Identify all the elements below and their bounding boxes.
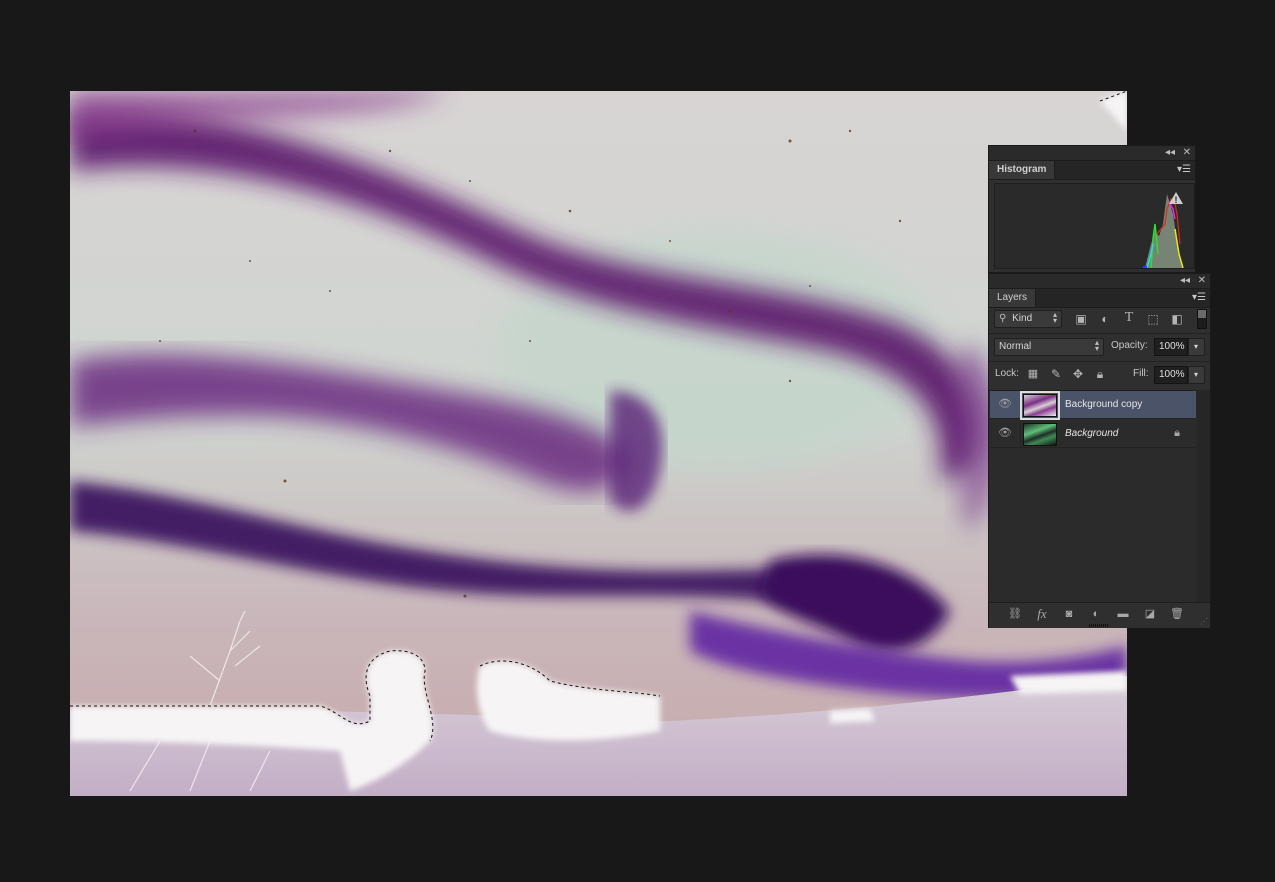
inverted-aurora-image [70, 91, 1127, 796]
close-icon[interactable]: ✕ [1183, 147, 1191, 159]
opacity-dropdown-button[interactable]: ▾ [1188, 338, 1205, 356]
resize-grip-icon[interactable]: ⋰ [1200, 617, 1208, 626]
blend-mode-value: Normal [999, 341, 1032, 352]
histogram-graph: ! [994, 183, 1195, 269]
add-mask-icon[interactable]: ◙ [1061, 607, 1077, 621]
layers-panel: ◂◂ ✕ Layers ▾☰ ⚲ Kind ▴ ▾ ▣ ◐ T ⬚ ◧ Norma… [988, 273, 1211, 628]
layer-name[interactable]: Background [1065, 420, 1118, 447]
layer-list-scrollbar[interactable] [1197, 390, 1210, 602]
panel-menu-icon[interactable]: ▾☰ [1192, 292, 1206, 304]
double-chevron-left-icon[interactable]: ◂◂ [1165, 147, 1175, 159]
opacity-label: Opacity: [1111, 340, 1148, 351]
fill-label: Fill: [1133, 368, 1149, 379]
panel-resize-handle[interactable] [1089, 624, 1109, 627]
lock-position-icon[interactable]: ✥ [1070, 367, 1086, 381]
double-chevron-left-icon[interactable]: ◂◂ [1180, 275, 1190, 287]
lock-all-icon[interactable]: 🔒︎ [1092, 367, 1108, 381]
shape-layer-filter-icon[interactable]: ⬚ [1145, 312, 1161, 326]
filter-kind-value: Kind [1012, 313, 1033, 324]
new-layer-icon[interactable]: ◪ [1142, 607, 1158, 621]
new-group-icon[interactable]: ▬ [1115, 607, 1131, 621]
histogram-tabbar: Histogram ▾☰ [989, 161, 1195, 180]
layers-panel-header: ◂◂ ✕ [989, 274, 1210, 289]
layer-locked-icon: 🔒︎ [1174, 427, 1180, 439]
document-canvas[interactable] [70, 91, 1127, 796]
visibility-eye-icon[interactable]: 👁︎ [990, 420, 1021, 447]
layer-list: 👁︎ Background copy 👁︎ Background 🔒︎ [989, 390, 1197, 603]
filter-toggle-switch[interactable] [1197, 309, 1207, 329]
histogram-panel: ◂◂ ✕ Histogram ▾☰ ! [988, 145, 1196, 273]
layer-name[interactable]: Background copy [1065, 391, 1142, 418]
histogram-panel-header: ◂◂ ✕ [989, 146, 1195, 161]
layer-row-background[interactable]: 👁︎ Background 🔒︎ [990, 420, 1196, 448]
link-layers-icon[interactable]: ⛓︎ [1007, 607, 1023, 621]
layers-tabbar: Layers ▾☰ [989, 289, 1210, 308]
layer-thumbnail [1020, 391, 1060, 420]
fill-input[interactable]: 100% [1154, 366, 1188, 384]
opacity-input[interactable]: 100% [1154, 338, 1188, 356]
lock-label: Lock: [995, 368, 1019, 379]
close-icon[interactable]: ✕ [1198, 275, 1206, 287]
adjustment-layer-filter-icon[interactable]: ◐ [1097, 312, 1113, 326]
lock-image-pixels-icon[interactable]: ✎ [1048, 367, 1064, 381]
tab-layers[interactable]: Layers [989, 289, 1037, 307]
blend-mode-select[interactable]: Normal ▴ ▾ [994, 338, 1104, 356]
histogram-blue-channel [1143, 266, 1147, 268]
divider [989, 361, 1210, 362]
type-layer-filter-icon[interactable]: T [1121, 311, 1137, 325]
search-icon: ⚲ [999, 313, 1007, 324]
spinner-arrows-icon: ▴ ▾ [1052, 310, 1057, 325]
layer-filter-kind-select[interactable]: ⚲ Kind ▴ ▾ [994, 310, 1062, 328]
fx-icon[interactable]: fx [1034, 607, 1050, 621]
svg-text:!: ! [1175, 195, 1178, 205]
panel-menu-icon[interactable]: ▾☰ [1177, 164, 1191, 176]
layer-row-background-copy[interactable]: 👁︎ Background copy [990, 391, 1196, 420]
pixel-layer-filter-icon[interactable]: ▣ [1073, 312, 1089, 326]
visibility-eye-icon[interactable]: 👁︎ [990, 391, 1021, 418]
fill-dropdown-button[interactable]: ▾ [1188, 366, 1205, 384]
adjustment-icon[interactable]: ◐ [1088, 607, 1104, 621]
spinner-arrows-icon: ▴ ▾ [1094, 338, 1099, 353]
layer-thumbnail [1023, 423, 1057, 446]
divider [989, 333, 1210, 334]
tab-histogram[interactable]: Histogram [989, 161, 1056, 179]
smart-object-filter-icon[interactable]: ◧ [1169, 312, 1185, 326]
delete-icon[interactable]: 🗑︎ [1169, 607, 1185, 621]
lock-transparent-pixels-icon[interactable]: ▦ [1025, 367, 1041, 381]
